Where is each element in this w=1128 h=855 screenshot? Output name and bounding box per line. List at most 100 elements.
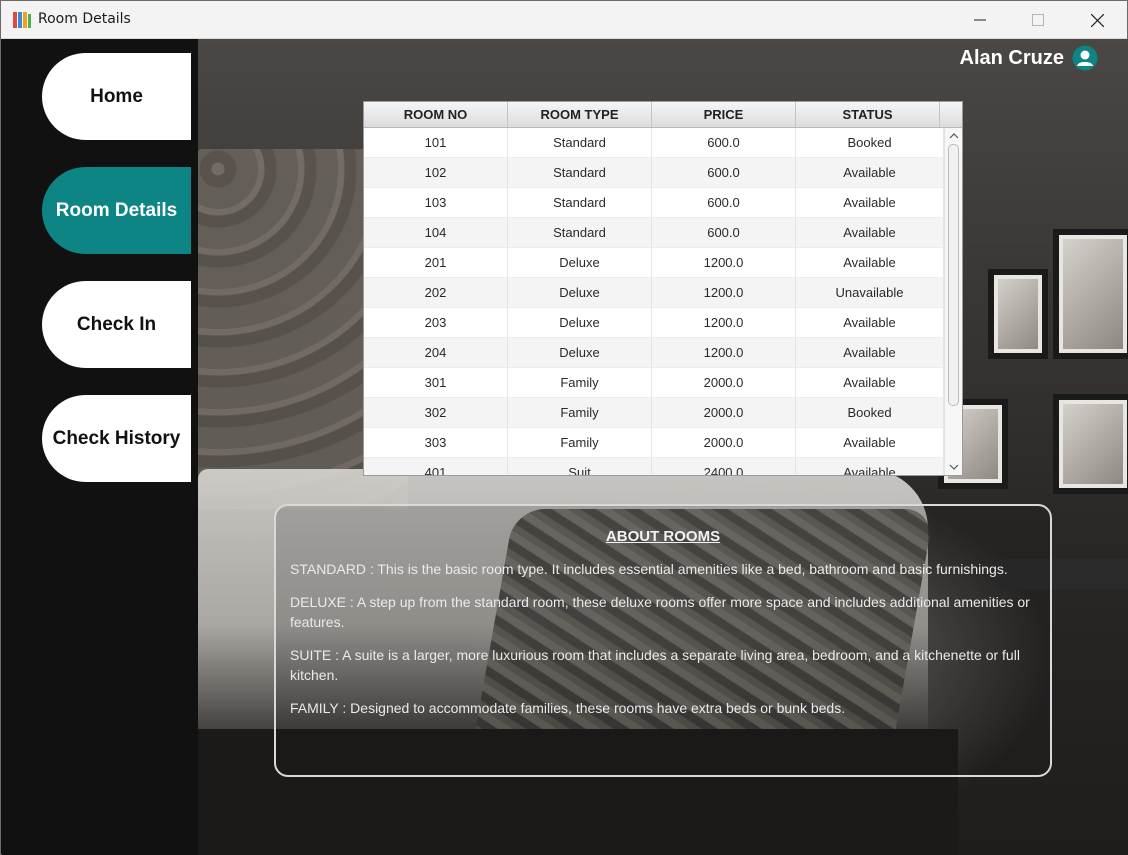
table-row[interactable]: 301 Family 2000.0 Available	[364, 368, 944, 398]
table-cell: Family	[508, 428, 652, 457]
table-row[interactable]: 103 Standard 600.0 Available	[364, 188, 944, 218]
table-cell: Standard	[508, 218, 652, 247]
wall-picture	[1053, 229, 1128, 359]
table-cell: Available	[796, 248, 944, 277]
table-cell: Standard	[508, 188, 652, 217]
table-row[interactable]: 102 Standard 600.0 Available	[364, 158, 944, 188]
table-cell: 2400.0	[652, 458, 796, 475]
table-cell: 2000.0	[652, 428, 796, 457]
table-cell: Booked	[796, 398, 944, 427]
table-body: 101 Standard 600.0 Booked 102 Standard 600.0 Av…	[364, 128, 944, 475]
sidebar: Home Room Details Check In Check History	[2, 39, 198, 855]
table-cell: Family	[508, 398, 652, 427]
table-cell: 104	[364, 218, 508, 247]
sidebar-item-label: Check In	[76, 313, 157, 335]
table-cell: 101	[364, 128, 508, 157]
table-row[interactable]: 203 Deluxe 1200.0 Available	[364, 308, 944, 338]
table-cell: 1200.0	[652, 338, 796, 367]
close-button[interactable]	[1068, 1, 1126, 39]
table-cell: 302	[364, 398, 508, 427]
minimize-icon	[974, 19, 986, 21]
table-cell: 301	[364, 368, 508, 397]
app-books-icon	[13, 12, 31, 28]
table-cell: Available	[796, 428, 944, 457]
table-cell: Available	[796, 338, 944, 367]
table-cell: 600.0	[652, 188, 796, 217]
table-row[interactable]: 201 Deluxe 1200.0 Available	[364, 248, 944, 278]
table-cell: 2000.0	[652, 368, 796, 397]
table-cell: Standard	[508, 158, 652, 187]
about-suite-text: SUITE : A suite is a larger, more luxuri…	[290, 647, 1020, 683]
wall-picture	[988, 269, 1048, 359]
table-row[interactable]: 302 Family 2000.0 Booked	[364, 398, 944, 428]
table-cell: 201	[364, 248, 508, 277]
table-cell: Suit	[508, 458, 652, 475]
column-header-status[interactable]: STATUS	[796, 102, 940, 127]
table-cell: Available	[796, 218, 944, 247]
rooms-table[interactable]: ROOM NO ROOM TYPE PRICE STATUS 101 Standa…	[363, 101, 963, 476]
column-header-room-no[interactable]: ROOM NO	[364, 102, 508, 127]
about-rooms-title: ABOUT ROOMS	[605, 528, 721, 545]
table-cell: 600.0	[652, 128, 796, 157]
table-cell: Available	[796, 308, 944, 337]
table-cell: Deluxe	[508, 278, 652, 307]
table-row[interactable]: 101 Standard 600.0 Booked	[364, 128, 944, 158]
about-deluxe-text: DELUXE : A step up from the standard roo…	[290, 594, 1030, 630]
table-cell: Family	[508, 368, 652, 397]
about-rooms-panel: ABOUT ROOMS STANDARD : This is the basic…	[274, 504, 1052, 777]
table-row[interactable]: 401 Suit 2400.0 Available	[364, 458, 944, 475]
table-cell: Available	[796, 158, 944, 187]
about-family-text: FAMILY : Designed to accommodate familie…	[290, 700, 846, 716]
window-title: Room Details	[38, 11, 131, 27]
sidebar-item-check-history[interactable]: Check History	[42, 395, 191, 482]
wall-picture	[1053, 394, 1128, 494]
table-cell: Deluxe	[508, 338, 652, 367]
table-row[interactable]: 303 Family 2000.0 Available	[364, 428, 944, 458]
table-cell: Available	[796, 458, 944, 475]
table-scrollbar[interactable]	[944, 128, 962, 475]
sidebar-item-label: Room Details	[55, 199, 178, 221]
sidebar-item-label: Home	[90, 85, 143, 107]
username-label: Alan Cruze	[959, 47, 1064, 69]
table-cell: 204	[364, 338, 508, 367]
chevron-up-icon[interactable]	[948, 130, 960, 142]
table-row[interactable]: 204 Deluxe 1200.0 Available	[364, 338, 944, 368]
table-cell: 203	[364, 308, 508, 337]
table-cell: 103	[364, 188, 508, 217]
sidebar-item-label: Check History	[52, 427, 181, 449]
table-cell: 1200.0	[652, 278, 796, 307]
minimize-button[interactable]	[951, 1, 1009, 39]
column-header-price[interactable]: PRICE	[652, 102, 796, 127]
table-cell: Standard	[508, 128, 652, 157]
close-icon	[1090, 13, 1104, 27]
table-cell: 401	[364, 458, 508, 475]
table-cell: 1200.0	[652, 308, 796, 337]
table-header: ROOM NO ROOM TYPE PRICE STATUS	[364, 102, 962, 128]
scrollbar-thumb[interactable]	[948, 144, 959, 406]
chevron-down-icon[interactable]	[948, 461, 960, 473]
table-cell: 2000.0	[652, 398, 796, 427]
table-cell: 1200.0	[652, 248, 796, 277]
table-cell: Deluxe	[508, 308, 652, 337]
table-cell: Available	[796, 188, 944, 217]
table-row[interactable]: 202 Deluxe 1200.0 Unavailable	[364, 278, 944, 308]
table-cell: 102	[364, 158, 508, 187]
column-header-room-type[interactable]: ROOM TYPE	[508, 102, 652, 127]
table-row[interactable]: 104 Standard 600.0 Available	[364, 218, 944, 248]
table-cell: Available	[796, 368, 944, 397]
table-cell: Deluxe	[508, 248, 652, 277]
maximize-icon	[1032, 14, 1044, 26]
column-header-filler	[940, 102, 962, 127]
sidebar-item-home[interactable]: Home	[42, 53, 191, 140]
user-avatar-icon[interactable]	[1072, 45, 1098, 71]
table-cell: Booked	[796, 128, 944, 157]
table-cell: 202	[364, 278, 508, 307]
table-cell: 600.0	[652, 218, 796, 247]
maximize-button[interactable]	[1009, 1, 1067, 39]
table-cell: Unavailable	[796, 278, 944, 307]
table-cell: 600.0	[652, 158, 796, 187]
sidebar-item-room-details[interactable]: Room Details	[42, 167, 191, 254]
table-cell: 303	[364, 428, 508, 457]
title-bar: Room Details	[1, 1, 1127, 39]
sidebar-item-check-in[interactable]: Check In	[42, 281, 191, 368]
